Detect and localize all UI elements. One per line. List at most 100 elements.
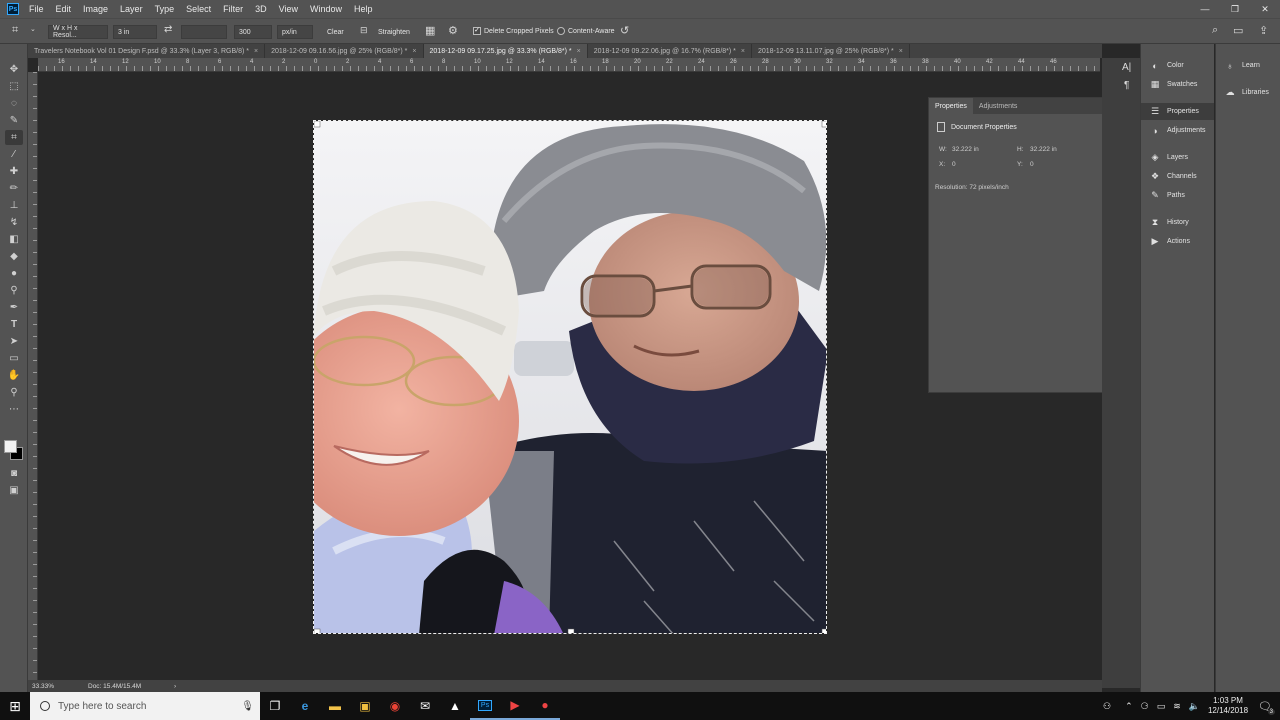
vertical-ruler[interactable]: [28, 72, 38, 680]
overlay-grid-icon[interactable]: ▦: [425, 24, 435, 37]
network-icon[interactable]: ⚆: [1141, 701, 1149, 712]
menu-layer[interactable]: Layer: [120, 4, 143, 14]
quick-select-tool-icon[interactable]: ✎: [5, 113, 23, 128]
reset-icon[interactable]: ↺: [620, 24, 629, 37]
menu-image[interactable]: Image: [83, 4, 108, 14]
panel-actions[interactable]: ▶ Actions: [1141, 233, 1214, 250]
menu-help[interactable]: Help: [354, 4, 373, 14]
close-icon[interactable]: ×: [412, 48, 416, 55]
canvas-photo[interactable]: [313, 120, 827, 634]
zoom-level[interactable]: 33.33%: [32, 683, 88, 690]
tab-adjustments[interactable]: Adjustments: [973, 98, 1024, 114]
straighten-icon[interactable]: ⊟: [360, 25, 368, 36]
menu-3d[interactable]: 3D: [255, 4, 267, 14]
battery-icon[interactable]: ▭: [1157, 701, 1166, 712]
history-brush-tool-icon[interactable]: ↯: [5, 215, 23, 230]
doc-tab-4[interactable]: 2018-12-09 09.22.06.jpg @ 16.7% (RGB/8*)…: [588, 44, 752, 58]
notifications-icon[interactable]: 🗨 3: [1258, 700, 1275, 715]
close-icon[interactable]: ×: [899, 48, 903, 55]
dodge-tool-icon[interactable]: ⚲: [5, 283, 23, 298]
crop-tool-icon[interactable]: ⌗: [5, 130, 23, 145]
x-value[interactable]: 0: [952, 161, 956, 168]
panel-layers[interactable]: ◈ Layers: [1141, 149, 1214, 166]
panel-learn[interactable]: ♁ Learn: [1216, 57, 1280, 74]
file-explorer-icon[interactable]: ▬: [320, 692, 350, 720]
tray-chevron-icon[interactable]: ⌃: [1125, 701, 1133, 712]
photos-icon[interactable]: ▲: [440, 692, 470, 720]
close-icon[interactable]: ×: [254, 48, 258, 55]
media-player-icon[interactable]: ▶: [500, 692, 530, 720]
y-value[interactable]: 0: [1030, 161, 1034, 168]
doc-tab-1[interactable]: Travelers Notebook Vol 01 Design F.psd @…: [28, 44, 266, 58]
clear-button[interactable]: Clear: [322, 24, 349, 40]
restore-button[interactable]: ❐: [1220, 0, 1250, 18]
search-icon[interactable]: ⌕: [1212, 24, 1218, 37]
panel-history[interactable]: ⧗ History: [1141, 214, 1214, 231]
content-aware-checkbox[interactable]: Content-Aware: [557, 27, 615, 35]
panel-paths[interactable]: ✎ Paths: [1141, 187, 1214, 204]
healing-brush-tool-icon[interactable]: ✚: [5, 164, 23, 179]
rectangle-tool-icon[interactable]: ▭: [5, 351, 23, 366]
delete-cropped-checkbox[interactable]: ✓ Delete Cropped Pixels: [473, 27, 554, 35]
chrome-icon[interactable]: ◉: [380, 692, 410, 720]
path-selection-tool-icon[interactable]: ➤: [5, 334, 23, 349]
doc-tab-5[interactable]: 2018-12-09 13.11.07.jpg @ 25% (RGB/8*) *…: [752, 44, 910, 58]
ratio-select[interactable]: W x H x Resol...: [48, 25, 108, 39]
more-tools-icon[interactable]: ⋯: [5, 402, 23, 417]
close-icon[interactable]: ×: [577, 48, 581, 55]
status-menu-arrow-icon[interactable]: ›: [174, 683, 176, 690]
menu-filter[interactable]: Filter: [223, 4, 243, 14]
panel-channels[interactable]: ❖ Channels: [1141, 168, 1214, 185]
marquee-tool-icon[interactable]: ⬚: [5, 79, 23, 94]
edge-browser-icon[interactable]: e: [290, 692, 320, 720]
resolution-unit-select[interactable]: px/in: [277, 25, 313, 39]
eyedropper-tool-icon[interactable]: ⁄: [5, 147, 23, 162]
minimize-button[interactable]: —: [1190, 0, 1220, 18]
height-value[interactable]: 32.222 in: [1030, 146, 1057, 153]
hand-tool-icon[interactable]: ✋: [5, 368, 23, 383]
chevron-down-icon[interactable]: ⌄: [30, 25, 36, 33]
quick-mask-icon[interactable]: ◙: [5, 466, 23, 481]
swap-icon[interactable]: ⇄: [164, 24, 172, 35]
straighten-button[interactable]: Straighten: [373, 24, 415, 40]
volume-icon[interactable]: 🔈: [1189, 701, 1200, 712]
microphone-icon[interactable]: 🎙: [241, 701, 254, 712]
menu-select[interactable]: Select: [186, 4, 211, 14]
panel-properties[interactable]: ☰ Properties: [1141, 103, 1214, 120]
foreground-color-swatch[interactable]: [4, 440, 17, 453]
menu-file[interactable]: File: [29, 4, 44, 14]
lasso-tool-icon[interactable]: ◌: [5, 96, 23, 111]
close-window-button[interactable]: ✕: [1250, 0, 1280, 18]
clock[interactable]: 1:03 PM 12/14/2018: [1208, 696, 1248, 716]
clone-stamp-tool-icon[interactable]: ⊥: [5, 198, 23, 213]
windows-start-icon[interactable]: ⊞: [0, 692, 30, 720]
people-icon[interactable]: ⚇: [1103, 701, 1111, 712]
resolution-input[interactable]: 300: [234, 25, 272, 39]
panel-color[interactable]: ◐ Color: [1141, 57, 1214, 74]
wifi-icon[interactable]: ≋: [1173, 701, 1181, 712]
store-icon[interactable]: ▣: [350, 692, 380, 720]
pen-tool-icon[interactable]: ✒: [5, 300, 23, 315]
blur-tool-icon[interactable]: ●: [5, 266, 23, 281]
type-tool-icon[interactable]: T: [5, 317, 23, 332]
menu-window[interactable]: Window: [310, 4, 342, 14]
tab-properties[interactable]: Properties: [929, 98, 973, 114]
screen-recorder-icon[interactable]: ●: [530, 692, 560, 720]
task-view-icon[interactable]: ❐: [260, 692, 290, 720]
photoshop-taskbar-icon[interactable]: Ps: [470, 692, 500, 720]
paragraph-panel-icon[interactable]: ¶: [1124, 80, 1129, 91]
horizontal-ruler[interactable]: 16 14 12 10 8 6 4 2 0 2 4 6 8 10 12 14 16 18 20 22 24 26 28 30 3…: [38, 58, 1100, 72]
width-input[interactable]: 3 in: [113, 25, 157, 39]
doc-tab-2[interactable]: 2018-12-09 09.16.56.jpg @ 25% (RGB/8*) *…: [265, 44, 424, 58]
panel-adjustments[interactable]: ◑ Adjustments: [1141, 122, 1214, 139]
share-icon[interactable]: ⇪: [1259, 24, 1268, 37]
brush-tool-icon[interactable]: ✏: [5, 181, 23, 196]
panel-swatches[interactable]: ▦ Swatches: [1141, 76, 1214, 93]
character-panel-icon[interactable]: A|: [1122, 62, 1131, 73]
zoom-tool-icon[interactable]: ⚲: [5, 385, 23, 400]
crop-tool-preset-icon[interactable]: ⌗: [12, 24, 18, 37]
doc-tab-3-active[interactable]: 2018-12-09 09.17.25.jpg @ 33.3% (RGB/8*)…: [423, 44, 588, 58]
taskbar-search[interactable]: Type here to search 🎙: [30, 692, 260, 720]
paint-bucket-tool-icon[interactable]: ◆: [5, 249, 23, 264]
gear-icon[interactable]: ⚙: [448, 24, 458, 37]
